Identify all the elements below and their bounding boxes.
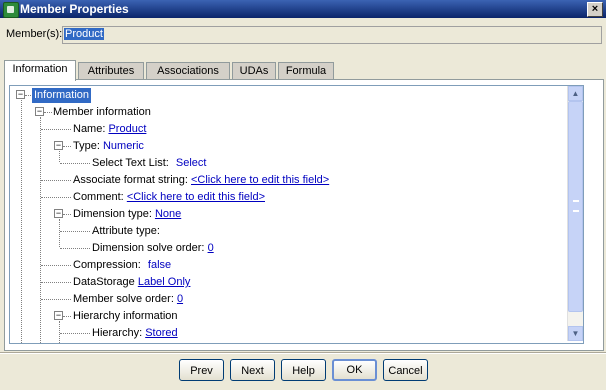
tree-dimension-type[interactable]: Dimension type: None (73, 207, 181, 222)
name-value[interactable]: Product (108, 123, 146, 135)
comment-label: Comment: (73, 191, 124, 203)
tree-select-text-list[interactable]: Select Text List: Select (92, 156, 206, 171)
tree-line (60, 163, 90, 164)
collapse-icon[interactable]: − (35, 107, 44, 116)
tree-scrollbar[interactable]: ▲ ▼ (567, 86, 583, 341)
tree-line (41, 282, 71, 283)
hierarchy-value[interactable]: Stored (145, 327, 177, 339)
tree-line (41, 180, 71, 181)
datastorage-value[interactable]: Label Only (138, 276, 191, 288)
property-tree[interactable]: − − − − − Information Member information… (9, 85, 584, 344)
collapse-icon[interactable]: − (16, 90, 25, 99)
tree-line (41, 265, 71, 266)
tree-line (59, 151, 60, 162)
associate-format-value[interactable]: <Click here to edit this field> (191, 174, 329, 186)
tab-bar: Information Attributes Associations UDAs… (4, 60, 604, 81)
tree-line (63, 146, 71, 147)
tab-formula[interactable]: Formula (278, 62, 334, 79)
comment-value[interactable]: <Click here to edit this field> (127, 191, 265, 203)
member-solve-order-label: Member solve order: (73, 293, 174, 305)
tree-root-information[interactable]: Information (32, 88, 92, 103)
dimension-solve-order-label: Dimension solve order: (92, 242, 205, 254)
tree-line (60, 231, 90, 232)
attribute-type-label: Attribute type: (92, 225, 160, 237)
collapse-icon[interactable]: − (54, 209, 63, 218)
dimension-type-value[interactable]: None (155, 208, 181, 220)
tree-comment[interactable]: Comment: <Click here to edit this field> (73, 190, 265, 205)
tree-line (60, 333, 90, 334)
tree-member-information[interactable]: Member information (53, 105, 151, 120)
tree-line (40, 117, 41, 343)
tree-line (41, 129, 71, 130)
tree-attribute-type[interactable]: Attribute type: (92, 224, 160, 239)
type-value[interactable]: Numeric (103, 140, 144, 152)
help-button[interactable]: Help (281, 359, 326, 381)
tab-udas[interactable]: UDAs (232, 62, 276, 79)
tree-line (44, 112, 52, 113)
cancel-button[interactable]: Cancel (383, 359, 428, 381)
tab-attributes[interactable]: Attributes (78, 62, 144, 79)
datastorage-label: DataStorage (73, 276, 135, 288)
tree-name[interactable]: Name: Product (73, 122, 146, 137)
members-value[interactable]: Product (64, 28, 104, 40)
associate-format-label: Associate format string: (73, 174, 188, 186)
collapse-icon[interactable]: − (54, 311, 63, 320)
dimension-solve-order-value[interactable]: 0 (208, 242, 214, 254)
ok-button[interactable]: OK (332, 359, 377, 381)
window-title: Member Properties (20, 2, 129, 16)
tree-line (41, 299, 71, 300)
member-solve-order-value[interactable]: 0 (177, 293, 183, 305)
tree-line (63, 316, 71, 317)
title-bar: Member Properties × (0, 0, 606, 18)
information-panel: − − − − − Information Member information… (4, 79, 604, 351)
close-icon[interactable]: × (587, 2, 603, 17)
name-label: Name: (73, 123, 106, 135)
scroll-down-icon[interactable]: ▼ (568, 326, 583, 341)
scroll-up-icon[interactable]: ▲ (568, 86, 583, 101)
tree-line (41, 197, 71, 198)
next-button[interactable]: Next (230, 359, 275, 381)
prev-button[interactable]: Prev (179, 359, 224, 381)
scroll-thumb[interactable] (568, 101, 583, 312)
select-text-list-label: Select Text List: (92, 157, 169, 169)
tree-line (59, 219, 60, 247)
tree-hierarchy[interactable]: Hierarchy: Stored (92, 326, 178, 341)
scroll-grip-icon (573, 200, 579, 212)
type-label: Type: (73, 140, 100, 152)
tree-type[interactable]: Type: Numeric (73, 139, 144, 154)
hierarchy-label: Hierarchy: (92, 327, 143, 339)
tree-member-solve-order[interactable]: Member solve order: 0 (73, 292, 183, 307)
dimension-type-label: Dimension type: (73, 208, 152, 220)
members-field[interactable]: Product (62, 26, 602, 44)
button-separator (0, 352, 606, 354)
collapse-icon[interactable]: − (54, 141, 63, 150)
compression-value[interactable]: false (148, 259, 171, 271)
tree-line (60, 248, 90, 249)
tree-hierarchy-information[interactable]: Hierarchy information (73, 309, 178, 324)
tree-compression[interactable]: Compression: false (73, 258, 171, 273)
tree-dimension-solve-order[interactable]: Dimension solve order: 0 (92, 241, 214, 256)
tree-line (21, 100, 22, 343)
members-label: Member(s): (6, 28, 63, 40)
members-row: Member(s): Product (0, 24, 606, 46)
tree-line (63, 214, 71, 215)
tab-associations[interactable]: Associations (146, 62, 230, 79)
tree-datastorage[interactable]: DataStorage Label Only (73, 275, 190, 290)
app-icon (3, 2, 19, 18)
select-text-list-value[interactable]: Select (176, 157, 207, 169)
tab-information[interactable]: Information (4, 60, 76, 81)
tree-associate-format[interactable]: Associate format string: <Click here to … (73, 173, 329, 188)
compression-label: Compression: (73, 259, 141, 271)
